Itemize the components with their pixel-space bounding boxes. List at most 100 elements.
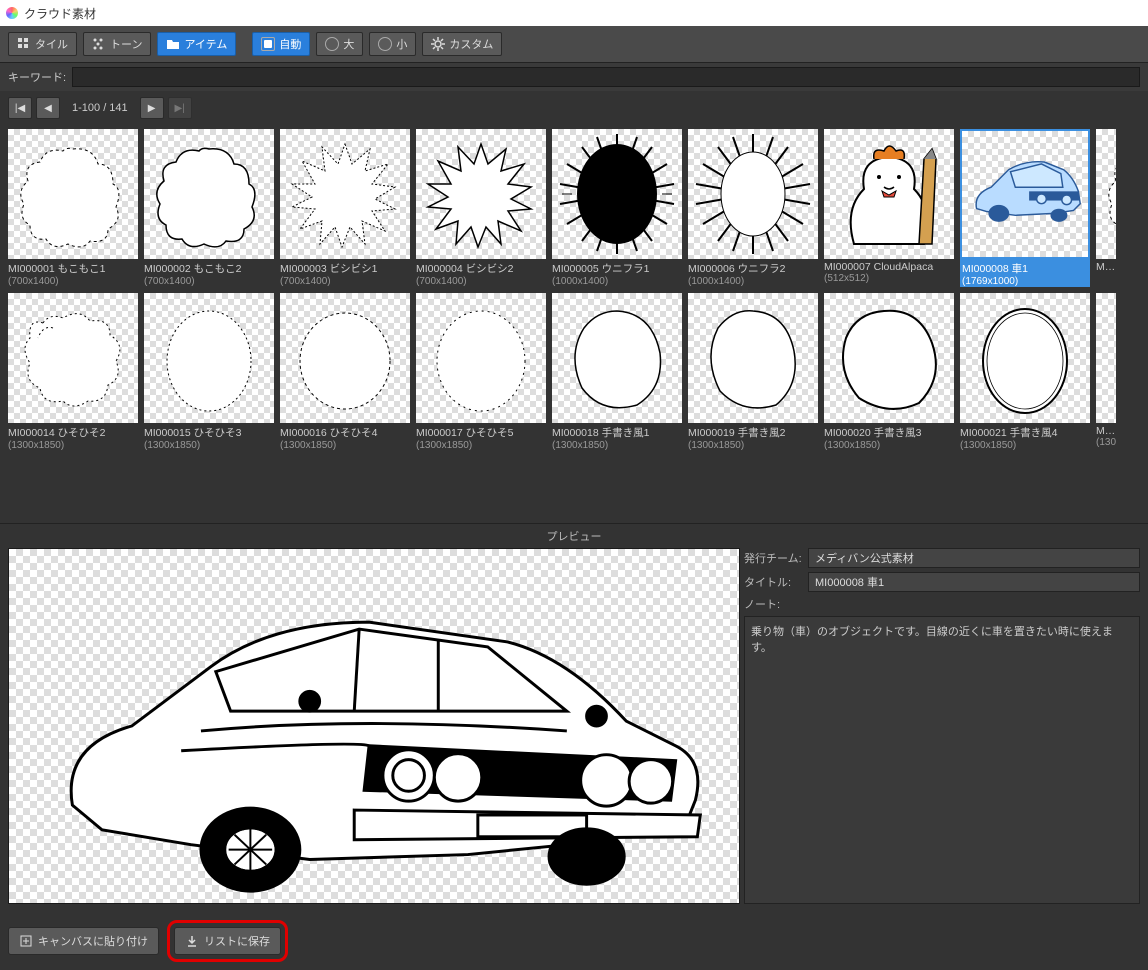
thumb-MI000017[interactable]: MI000017 ひそひそ5(1300x1850) (416, 293, 546, 451)
size-custom-button[interactable]: カスタム (422, 32, 502, 56)
first-page-button[interactable]: |◀ (8, 97, 32, 119)
item-button[interactable]: アイテム (157, 32, 236, 56)
thumb-image (824, 293, 954, 423)
thumb-image (688, 293, 818, 423)
tone-label: トーン (110, 36, 142, 52)
radio-auto-icon (261, 37, 275, 51)
tile-button[interactable]: タイル (8, 32, 77, 56)
preview-header: プレビュー (8, 524, 1140, 548)
thumb-MI000020[interactable]: MI000020 手書き風3(1300x1850) (824, 293, 954, 451)
pager: |◀ ◀ 1-100 / 141 ▶ ▶| (0, 91, 1148, 125)
last-page-button[interactable]: ▶| (168, 97, 192, 119)
thumb-image (144, 129, 274, 259)
thumb-dims: (1300x1850) (552, 440, 682, 451)
team-label: 発行チーム: (744, 550, 804, 566)
keyword-row: キーワード: (0, 63, 1148, 91)
app-icon (6, 7, 18, 19)
thumb-label: MI000003 ビシビシ1 (280, 261, 410, 276)
thumb-dims: (512x512) (824, 273, 954, 284)
thumb-label: MI000020 手書き風3 (824, 425, 954, 440)
thumb-dims: (700x1400) (144, 276, 274, 287)
thumb-label: MI000004 ビシビシ2 (416, 261, 546, 276)
footer: キャンバスに貼り付け リストに保存 (0, 912, 1148, 970)
large-label: 大 (343, 36, 354, 52)
thumb-MI000019[interactable]: MI000019 手書き風2(1300x1850) (688, 293, 818, 451)
title-label: タイトル: (744, 574, 804, 590)
download-icon (185, 934, 199, 948)
thumb-image (824, 129, 954, 259)
tone-button[interactable]: トーン (83, 32, 151, 56)
tone-icon (92, 37, 106, 51)
thumb-label: MI000019 手書き風2 (688, 425, 818, 440)
thumb-MI000_more1[interactable]: MI00 (1096, 129, 1116, 287)
preview-section: プレビュー (0, 523, 1148, 912)
prev-page-button[interactable]: ◀ (36, 97, 60, 119)
thumb-dims: (1300x1850) (416, 440, 546, 451)
thumb-label: MI000021 手書き風4 (960, 425, 1090, 440)
paste-to-canvas-button[interactable]: キャンバスに貼り付け (8, 927, 159, 955)
paste-icon (19, 934, 33, 948)
folder-icon (166, 37, 180, 51)
thumb-MI000_more2[interactable]: MI00(1300 (1096, 293, 1116, 451)
thumb-dims: (1769x1000) (960, 276, 1090, 287)
thumb-dims: (1300x1850) (688, 440, 818, 451)
thumb-image (688, 129, 818, 259)
thumb-label: MI000007 CloudAlpaca (824, 261, 954, 273)
thumb-MI000003[interactable]: MI000003 ビシビシ1(700x1400) (280, 129, 410, 287)
thumb-label: MI000005 ウニフラ1 (552, 261, 682, 276)
thumb-image (960, 293, 1090, 423)
preview-image (8, 548, 740, 904)
thumb-image (8, 293, 138, 423)
thumb-MI000021[interactable]: MI000021 手書き風4(1300x1850) (960, 293, 1090, 451)
save-highlight: リストに保存 (167, 920, 288, 962)
gear-icon (431, 37, 445, 51)
thumb-MI000004[interactable]: MI000004 ビシビシ2(700x1400) (416, 129, 546, 287)
thumb-dims: (700x1400) (8, 276, 138, 287)
thumb-dims: (1300 (1096, 437, 1116, 448)
window-title: クラウド素材 (24, 5, 96, 22)
size-auto-button[interactable]: 自動 (252, 32, 310, 56)
thumb-MI000006[interactable]: MI000006 ウニフラ2(1000x1400) (688, 129, 818, 287)
thumb-image (1096, 129, 1116, 259)
thumb-label: MI00 (1096, 261, 1116, 273)
thumb-MI000015[interactable]: MI000015 ひそひそ3(1300x1850) (144, 293, 274, 451)
thumb-MI000005[interactable]: MI000005 ウニフラ1(1000x1400) (552, 129, 682, 287)
preview-meta: 発行チーム: タイトル: ノート: 乗り物（車）のオブジェクトです。目線の近くに… (744, 548, 1140, 904)
thumb-dims: (1000x1400) (688, 276, 818, 287)
thumb-dims: (1300x1850) (960, 440, 1090, 451)
thumb-dims: (1000x1400) (552, 276, 682, 287)
thumb-dims: (700x1400) (416, 276, 546, 287)
thumb-image (552, 129, 682, 259)
next-page-button[interactable]: ▶ (140, 97, 164, 119)
team-field[interactable] (808, 548, 1140, 568)
thumb-label: MI000001 もこもこ1 (8, 261, 138, 276)
thumb-MI000007[interactable]: MI000007 CloudAlpaca(512x512) (824, 129, 954, 287)
toolbar: タイル トーン アイテム 自動 大 小 カスタム (0, 26, 1148, 63)
thumb-label: MI000018 手書き風1 (552, 425, 682, 440)
thumb-MI000016[interactable]: MI000016 ひそひそ4(1300x1850) (280, 293, 410, 451)
thumb-MI000002[interactable]: MI000002 もこもこ2(700x1400) (144, 129, 274, 287)
keyword-label: キーワード: (8, 69, 66, 85)
thumb-MI000018[interactable]: MI000018 手書き風1(1300x1850) (552, 293, 682, 451)
size-small-button[interactable]: 小 (369, 32, 416, 56)
item-label: アイテム (184, 36, 227, 52)
paste-label: キャンバスに貼り付け (38, 933, 148, 949)
size-large-button[interactable]: 大 (316, 32, 363, 56)
thumb-label: MI000015 ひそひそ3 (144, 425, 274, 440)
thumb-dims: (1300x1850) (824, 440, 954, 451)
thumb-image (960, 129, 1090, 259)
note-label: ノート: (744, 596, 804, 612)
note-text: 乗り物（車）のオブジェクトです。目線の近くに車を置きたい時に使えます。 (744, 616, 1140, 904)
thumb-MI000001[interactable]: MI000001 もこもこ1(700x1400) (8, 129, 138, 287)
save-to-list-button[interactable]: リストに保存 (174, 927, 281, 955)
title-field[interactable] (808, 572, 1140, 592)
thumb-MI000008[interactable]: MI000008 車1(1769x1000) (960, 129, 1090, 287)
thumb-label: MI000008 車1 (960, 261, 1090, 276)
thumb-image (144, 293, 274, 423)
thumb-image (1096, 293, 1116, 423)
page-range: 1-100 / 141 (64, 102, 136, 114)
thumb-dims: (1300x1850) (8, 440, 138, 451)
keyword-input[interactable] (72, 67, 1140, 87)
custom-label: カスタム (449, 36, 493, 52)
thumb-MI000014[interactable]: MI000014 ひそひそ2(1300x1850) (8, 293, 138, 451)
